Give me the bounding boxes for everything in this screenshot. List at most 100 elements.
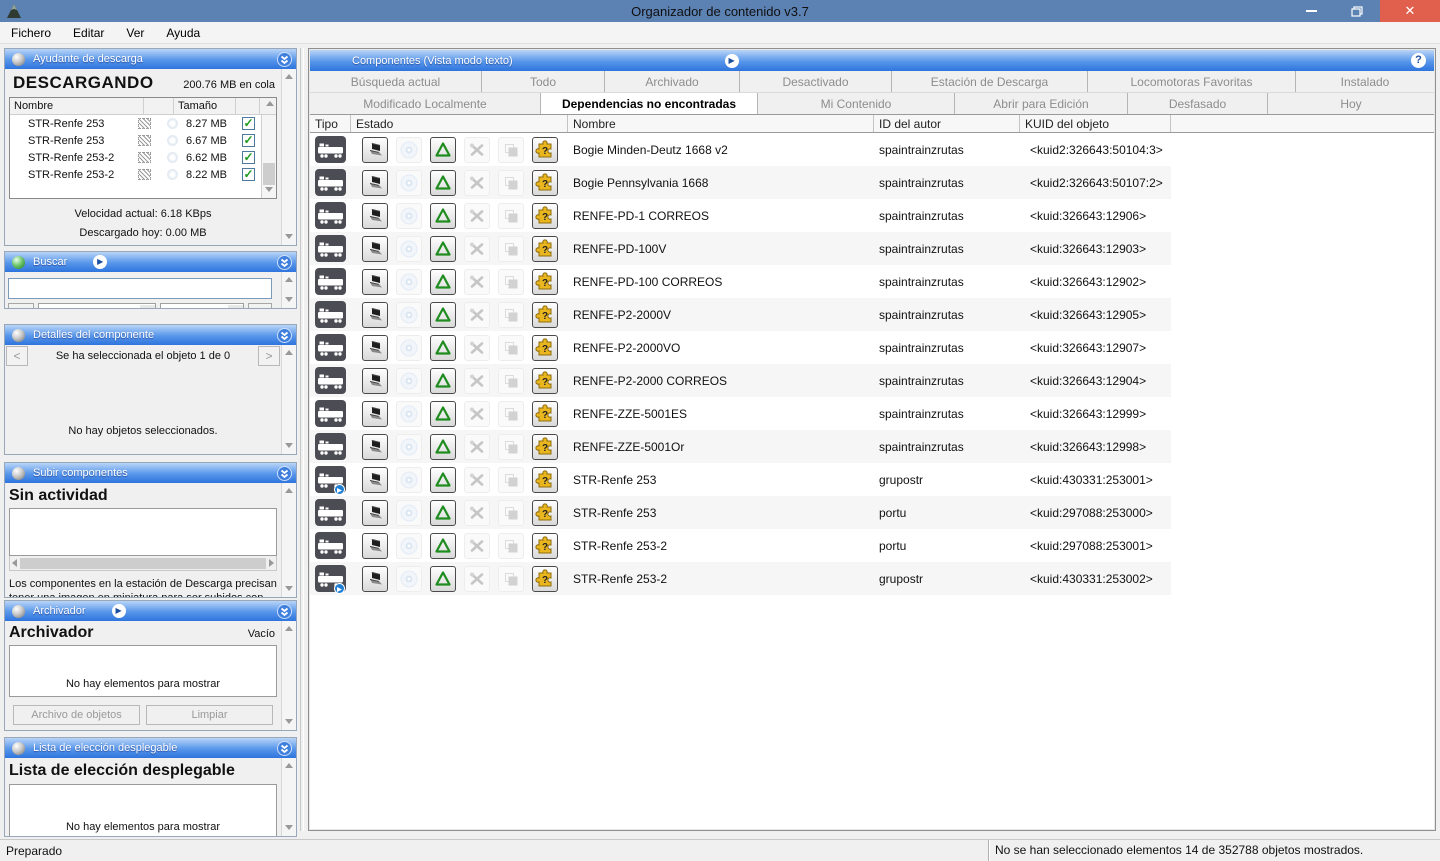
cd-status-button[interactable] [396,467,422,493]
panel-download-helper-header[interactable]: Ayudante de descarga [5,49,296,69]
download-list-scrollbar[interactable] [261,115,276,198]
table-row[interactable]: ? RENFE-PD-1 CORREOS spaintrainzrutas <k… [310,199,1171,232]
collapse-chevron-icon[interactable] [277,741,292,756]
play-icon[interactable]: ▶ [112,604,126,618]
filter-value-dropdown[interactable]: VERDADER [160,303,244,308]
payware-box-button[interactable] [498,269,524,295]
download-station-button[interactable] [430,170,456,196]
cd-status-button[interactable] [396,401,422,427]
download-station-button[interactable] [430,203,456,229]
cd-status-button[interactable] [396,368,422,394]
missing-dependency-button[interactable]: ? [532,500,558,526]
missing-dependency-button[interactable]: ? [532,368,558,394]
enabled-checkbox[interactable]: ✓ [242,151,255,164]
cd-status-button[interactable] [396,500,422,526]
modified-tools-button[interactable] [464,137,490,163]
tab-2-0[interactable]: Modificado Localmente [310,93,541,114]
modified-tools-button[interactable] [464,302,490,328]
play-icon[interactable]: ▶ [93,255,107,269]
installed-from-dls-button[interactable] [362,269,388,295]
panel-scrollbar[interactable] [281,483,296,597]
missing-dependency-button[interactable]: ? [532,434,558,460]
col-nombre[interactable]: Nombre [10,98,144,114]
panel-scrollbar[interactable] [281,758,296,836]
table-row[interactable]: ? RENFE-P2-2000VO spaintrainzrutas <kuid… [310,331,1171,364]
modified-tools-button[interactable] [464,566,490,592]
cd-status-button[interactable] [396,137,422,163]
tab-2-5[interactable]: Hoy [1268,93,1434,114]
panel-picklist-header[interactable]: Lista de elección desplegable [5,738,296,758]
installed-from-dls-button[interactable] [362,401,388,427]
installed-from-dls-button[interactable] [362,533,388,559]
installed-from-dls-button[interactable] [362,467,388,493]
table-row[interactable]: ? RENFE-ZZE-5001ES spaintrainzrutas <kui… [310,397,1171,430]
clear-button[interactable]: Limpiar [146,705,273,725]
panel-scrollbar[interactable] [281,621,296,730]
play-icon[interactable]: ▶ [725,54,739,68]
menu-editar[interactable]: Editar [62,22,115,44]
installed-from-dls-button[interactable] [362,566,388,592]
help-button[interactable]: ? [1411,53,1426,68]
modified-tools-button[interactable] [464,467,490,493]
panel-search-header[interactable]: Buscar ▶ [5,252,296,272]
modified-tools-button[interactable] [464,335,490,361]
download-station-button[interactable] [430,368,456,394]
components-header[interactable]: Componentes (Vista modo texto) ▶ ? [310,50,1434,71]
download-station-button[interactable] [430,335,456,361]
collapse-chevron-icon[interactable] [277,255,292,270]
scroll-right-icon[interactable] [269,559,274,567]
installed-from-dls-button[interactable] [362,434,388,460]
tab-1-5[interactable]: Locomotoras Favoritas [1088,71,1296,92]
download-station-button[interactable] [430,236,456,262]
panel-details-header[interactable]: Detalles del componente [5,325,296,345]
table-row[interactable]: ? RENFE-P2-2000V spaintrainzrutas <kuid:… [310,298,1171,331]
installed-from-dls-button[interactable] [362,500,388,526]
tab-2-4[interactable]: Desfasado [1128,93,1268,114]
download-station-button[interactable] [430,302,456,328]
tab-2-3[interactable]: Abrir para Edición [955,93,1128,114]
modified-tools-button[interactable] [464,401,490,427]
restore-button[interactable] [1334,0,1380,22]
scroll-down-icon[interactable] [265,187,273,192]
installed-from-dls-button[interactable] [362,368,388,394]
archive-objects-button[interactable]: Archivo de objetos [13,705,140,725]
table-row[interactable]: ? STR-Renfe 253 portu <kuid:297088:25300… [310,496,1171,529]
installed-from-dls-button[interactable] [362,302,388,328]
tab-2-1[interactable]: Dependencias no encontradas [541,93,758,114]
tab-1-4[interactable]: Estación de Descarga [892,71,1088,92]
modified-tools-button[interactable] [464,203,490,229]
payware-box-button[interactable] [498,368,524,394]
col-blank2[interactable] [236,98,260,114]
add-filter-button[interactable]: + [248,303,272,308]
missing-dependency-button[interactable]: ? [532,137,558,163]
download-station-button[interactable] [430,269,456,295]
download-queue-row[interactable]: STR-Renfe 253-2 8.22 MB ✓ [10,166,261,183]
menu-fichero[interactable]: Fichero [0,22,62,44]
prev-object-button[interactable]: < [6,346,28,366]
col-estado[interactable]: Estado [351,115,568,132]
download-station-button[interactable] [430,533,456,559]
tab-1-1[interactable]: Todo [482,71,605,92]
download-station-button[interactable] [430,467,456,493]
search-input[interactable] [8,278,272,299]
col-kuid[interactable]: KUID del objeto [1020,115,1171,132]
collapse-chevron-icon[interactable] [277,466,292,481]
payware-box-button[interactable] [498,533,524,559]
menu-ayuda[interactable]: Ayuda [155,22,211,44]
search-scope-button[interactable] [8,303,34,308]
download-queue-row[interactable]: STR-Renfe 253 8.27 MB ✓ [10,115,261,132]
payware-box-button[interactable] [498,170,524,196]
installed-from-dls-button[interactable] [362,170,388,196]
enabled-checkbox[interactable]: ✓ [242,168,255,181]
payware-box-button[interactable] [498,566,524,592]
panel-scrollbar[interactable] [281,69,296,245]
payware-box-button[interactable] [498,434,524,460]
installed-from-dls-button[interactable] [362,236,388,262]
table-row[interactable]: ? Bogie Minden-Deutz 1668 v2 spaintrainz… [310,133,1171,166]
table-row[interactable]: ? RENFE-PD-100 CORREOS spaintrainzrutas … [310,265,1171,298]
cd-status-button[interactable] [396,335,422,361]
missing-dependency-button[interactable]: ? [532,236,558,262]
missing-dependency-button[interactable]: ? [532,467,558,493]
missing-dependency-button[interactable]: ? [532,269,558,295]
filter-field-dropdown[interactable]: Dependencias falt: [38,303,156,308]
